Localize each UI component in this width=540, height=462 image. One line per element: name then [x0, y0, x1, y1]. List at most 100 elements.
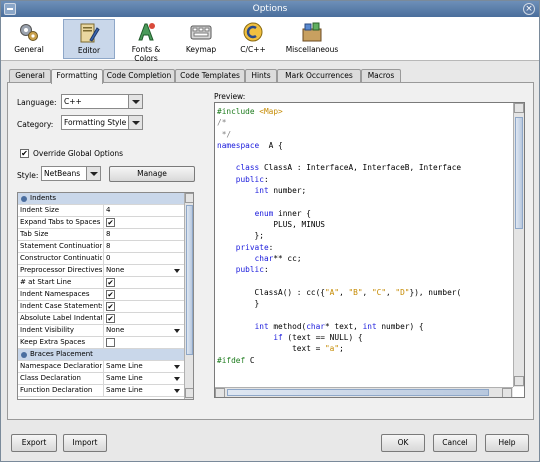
property-value[interactable]: 8 — [103, 229, 184, 241]
property-value[interactable]: Same Line — [103, 361, 184, 373]
properties-vertical-scrollbar[interactable] — [184, 193, 193, 399]
ok-button[interactable]: OK — [381, 434, 425, 452]
property-value[interactable]: ✔ — [103, 217, 184, 229]
code-line: text = "a"; — [217, 343, 461, 354]
property-checkbox[interactable]: ✔ — [106, 290, 115, 299]
property-row[interactable]: Constructor Continuation 0 — [18, 253, 185, 265]
property-checkbox[interactable]: ✔ — [106, 278, 115, 287]
property-row[interactable]: Function Declaration Same Line — [18, 385, 185, 397]
property-value[interactable]: Same Line — [103, 373, 184, 385]
property-checkbox[interactable] — [106, 338, 115, 347]
scroll-thumb[interactable] — [186, 205, 193, 355]
chevron-down-icon[interactable] — [174, 269, 180, 273]
scroll-down-icon[interactable] — [185, 388, 193, 398]
property-row[interactable]: Keep Extra Spaces — [18, 337, 185, 349]
scroll-down-icon[interactable] — [514, 376, 524, 386]
property-value-text: 8 — [106, 242, 111, 250]
tab-mark-occurrences[interactable]: Mark Occurrences — [277, 69, 361, 83]
toolbar-editor[interactable]: Editor — [63, 19, 115, 59]
toolbar-fonts-colors[interactable]: Fonts & Colors — [119, 19, 173, 63]
override-checkbox[interactable]: ✔ — [20, 149, 29, 158]
export-button[interactable]: Export — [11, 434, 57, 452]
property-value[interactable]: ✔ — [103, 313, 184, 325]
property-row[interactable]: Tab Size 8 — [18, 229, 185, 241]
property-row[interactable]: Absolute Label Indentation ✔ — [18, 313, 185, 325]
property-checkbox[interactable]: ✔ — [106, 218, 115, 227]
property-value[interactable]: ✔ — [103, 277, 184, 289]
property-value[interactable]: 4 — [103, 205, 184, 217]
chevron-down-icon[interactable] — [174, 377, 180, 381]
property-group-header[interactable]: Braces Placement — [18, 349, 185, 361]
property-row[interactable]: Preprocessor Directives None — [18, 265, 185, 277]
window-menu-icon[interactable] — [4, 3, 16, 15]
tab-general[interactable]: General — [9, 69, 51, 83]
collapse-icon[interactable] — [21, 352, 27, 358]
import-button[interactable]: Import — [63, 434, 107, 452]
property-value[interactable]: 8 — [103, 241, 184, 253]
property-value[interactable] — [103, 337, 184, 349]
scroll-up-icon[interactable] — [185, 193, 193, 203]
property-value[interactable]: ✔ — [103, 289, 184, 301]
preview-horizontal-scrollbar[interactable] — [215, 387, 513, 397]
tab-hints[interactable]: Hints — [245, 69, 277, 83]
property-value-text: 0 — [106, 254, 111, 262]
property-checkbox[interactable]: ✔ — [106, 314, 115, 323]
property-row[interactable]: Statement Continuation 8 — [18, 241, 185, 253]
property-row[interactable]: Indent Namespaces ✔ — [18, 289, 185, 301]
language-label: Language: — [17, 98, 57, 107]
code-line: #include <Map> — [217, 106, 461, 117]
collapse-icon[interactable] — [21, 196, 27, 202]
property-row[interactable]: Namespace Declaration Same Line — [18, 361, 185, 373]
property-name: # at Start Line — [20, 278, 72, 286]
options-window: Options × General Editor Fonts & Colors … — [0, 0, 540, 462]
tab-code-templates[interactable]: Code Templates — [175, 69, 245, 83]
tab-formatting[interactable]: Formatting — [51, 69, 103, 84]
manage-button[interactable]: Manage — [109, 166, 195, 182]
code-token: int — [362, 321, 377, 331]
language-select[interactable]: C++ — [61, 94, 143, 109]
preview-editor[interactable]: #include <Map>/* */namespace A { class C… — [214, 102, 525, 398]
gears-icon — [20, 24, 38, 41]
category-select[interactable]: Formatting Style — [61, 115, 143, 130]
chevron-down-icon[interactable] — [128, 116, 142, 129]
property-value[interactable]: None — [103, 265, 184, 277]
toolbar-miscellaneous[interactable]: Miscellaneous — [281, 19, 343, 59]
cancel-button[interactable]: Cancel — [433, 434, 477, 452]
scroll-up-icon[interactable] — [514, 103, 524, 113]
scroll-thumb[interactable] — [227, 389, 489, 396]
chevron-down-icon[interactable] — [174, 365, 180, 369]
property-row[interactable]: Indent Size 4 — [18, 205, 185, 217]
style-select[interactable]: NetBeans — [41, 166, 101, 181]
property-value[interactable]: None — [103, 325, 184, 337]
code-token: char — [306, 321, 325, 331]
chevron-down-icon[interactable] — [128, 95, 142, 108]
toolbar-keymap[interactable]: Keymap — [181, 19, 221, 59]
chevron-down-icon[interactable] — [86, 167, 100, 180]
property-name: Absolute Label Indentation — [20, 314, 102, 322]
close-icon[interactable]: × — [523, 3, 535, 15]
scroll-right-icon[interactable] — [502, 388, 512, 397]
scroll-left-icon[interactable] — [215, 388, 225, 397]
property-row[interactable]: # at Start Line ✔ — [18, 277, 185, 289]
help-button[interactable]: Help — [485, 434, 529, 452]
tab-code-completion[interactable]: Code Completion — [103, 69, 175, 83]
property-value[interactable]: Same Line — [103, 385, 184, 397]
property-group-header[interactable]: Indents — [18, 193, 185, 205]
property-row[interactable]: Expand Tabs to Spaces ✔ — [18, 217, 185, 229]
property-name: Indent Visibility — [20, 326, 74, 334]
property-row[interactable]: Indent Case Statements ✔ — [18, 301, 185, 313]
preview-vertical-scrollbar[interactable] — [513, 103, 524, 387]
code-token: public — [235, 265, 264, 275]
chevron-down-icon[interactable] — [174, 329, 180, 333]
toolbar-general[interactable]: General — [7, 19, 51, 59]
property-row[interactable]: Class Declaration Same Line — [18, 373, 185, 385]
toolbar-cpp[interactable]: C/C++ — [233, 19, 273, 59]
property-value[interactable]: ✔ — [103, 301, 184, 313]
tab-macros[interactable]: Macros — [361, 69, 401, 83]
scroll-thumb[interactable] — [515, 117, 523, 229]
chevron-down-icon[interactable] — [174, 389, 180, 393]
property-row[interactable]: Indent Visibility None — [18, 325, 185, 337]
property-value[interactable]: 0 — [103, 253, 184, 265]
property-checkbox[interactable]: ✔ — [106, 302, 115, 311]
